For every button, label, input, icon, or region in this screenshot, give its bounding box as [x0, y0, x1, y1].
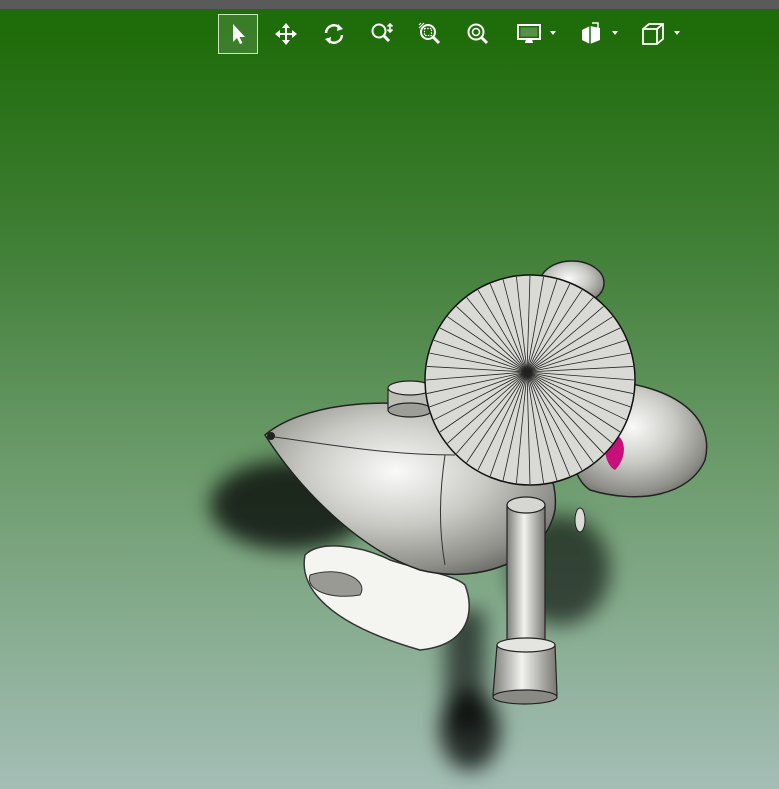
3d-model[interactable] — [0, 0, 779, 789]
zoom-updown-icon — [371, 22, 394, 43]
model-spoked-disc — [424, 274, 636, 486]
cube-icon — [642, 23, 664, 45]
view-toolbar — [218, 14, 692, 54]
pan-tool-button[interactable] — [266, 14, 306, 54]
pan-arrows-icon — [275, 23, 297, 45]
nose-tip — [267, 432, 275, 440]
view-orientation-button[interactable] — [630, 14, 680, 54]
zoom-fit-icon — [467, 23, 489, 45]
monitor-icon — [517, 24, 541, 43]
zoom-fit-tool-button[interactable] — [458, 14, 498, 54]
rotate-icon — [324, 24, 344, 44]
chevron-down-icon[interactable] — [674, 31, 680, 35]
select-tool-button[interactable] — [218, 14, 258, 54]
zoom-tool-button[interactable] — [362, 14, 402, 54]
zoom-area-icon — [418, 22, 441, 45]
chevron-down-icon[interactable] — [550, 31, 556, 35]
zoom-area-tool-button[interactable] — [410, 14, 450, 54]
section-view-button[interactable] — [568, 14, 618, 54]
display-style-button[interactable] — [506, 14, 556, 54]
rotate-tool-button[interactable] — [314, 14, 354, 54]
select-arrow-icon — [233, 24, 245, 44]
chevron-down-icon[interactable] — [612, 31, 618, 35]
section-view-icon — [582, 22, 600, 44]
3d-viewport[interactable] — [0, 0, 779, 789]
